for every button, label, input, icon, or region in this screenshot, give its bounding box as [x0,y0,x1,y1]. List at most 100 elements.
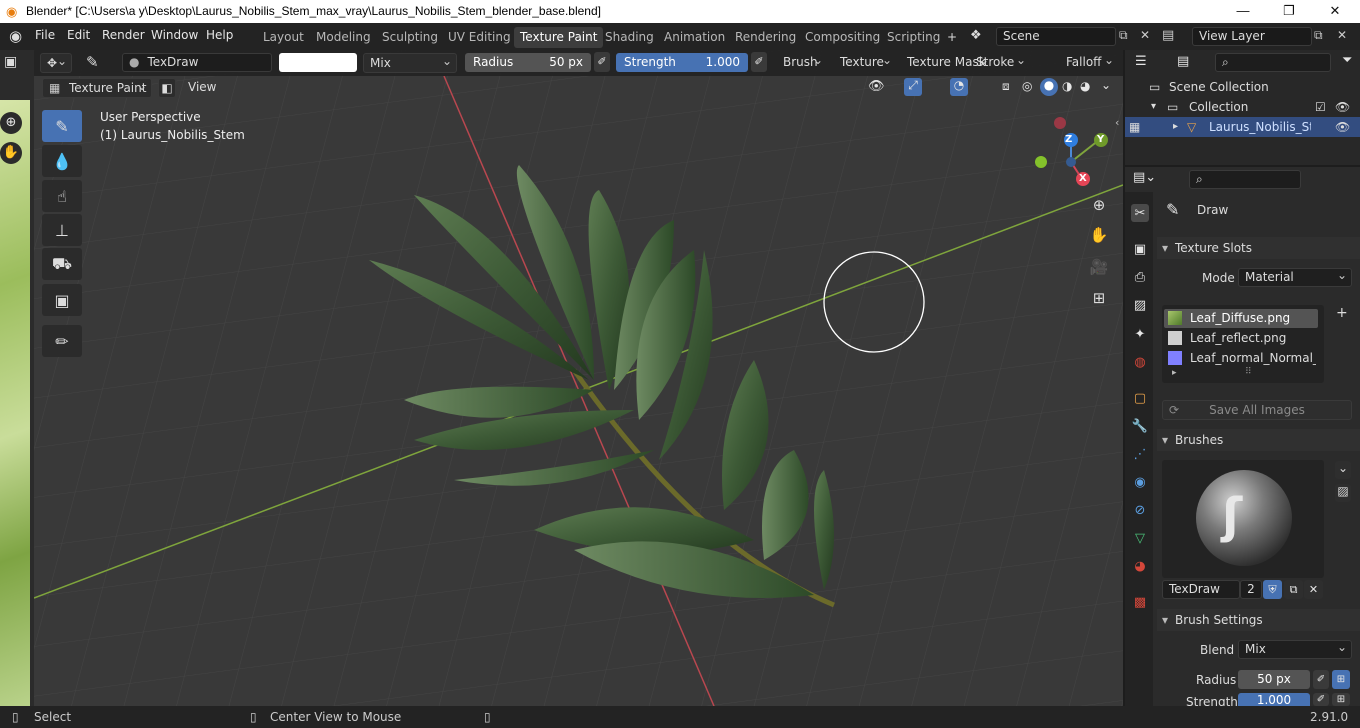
tab-shading[interactable]: Shading [599,27,660,48]
tab-layout[interactable]: Layout [257,27,310,48]
outliner-editor-icon[interactable]: ☰ [1135,54,1147,69]
view-layer-selector[interactable]: View Layer [1192,27,1312,46]
menu-edit[interactable]: Edit [67,28,90,42]
gizmo-z-label[interactable]: Z [1065,134,1072,145]
falloff-menu[interactable]: Falloff [1060,51,1118,73]
blender-menu-icon[interactable]: ◉ [9,27,22,45]
radius-slider[interactable]: Radius 50 px [465,53,591,72]
tool-icon-dropdown[interactable]: ✥ [40,52,72,73]
new-scene-icon[interactable]: ⧉ [1119,28,1128,43]
mode-dropdown[interactable]: Material [1238,267,1352,287]
tab-rendering[interactable]: Rendering [729,27,802,48]
tab-output[interactable]: ⎙ [1131,268,1149,286]
solid-shading-icon[interactable]: ● [1040,78,1058,96]
radius-unit-icon[interactable]: ⊞ [1332,670,1350,689]
brush-image-icon[interactable]: ▨ [1335,484,1351,502]
chevron-down-icon[interactable]: ▾ [1151,97,1156,117]
tab-tool[interactable]: ✂ [1131,204,1149,222]
smear-tool[interactable]: ☝ [42,180,82,212]
texture-slot-item[interactable]: Leaf_normal_Normal_B... [1164,349,1318,368]
eye-icon[interactable]: 👁 [1335,117,1350,137]
brush-name-field[interactable]: TexDraw [1162,580,1240,599]
brush-preview-box[interactable]: ʃ [1162,460,1324,578]
texture-menu[interactable]: Texture [834,51,896,73]
brush-tool-icon[interactable]: ✎ [86,53,99,71]
menu-window[interactable]: Window [151,28,198,42]
material-shading-icon[interactable]: ◑ [1062,79,1072,93]
gizmo-x-label[interactable]: X [1079,173,1087,184]
scene-collection-row[interactable]: ▭ Scene Collection [1125,77,1360,97]
strength-field[interactable]: 1.000 [1238,693,1310,707]
menu-file[interactable]: File [35,28,55,42]
annotate-tool[interactable]: ✏ [42,325,82,357]
visibility-icon[interactable]: 👁 [868,79,885,94]
add-workspace-button[interactable]: + [941,27,963,48]
filter-icon[interactable]: ⏷ [1342,53,1352,68]
camera-view-button[interactable]: 🎥 [1086,254,1112,280]
new-view-layer-icon[interactable]: ⧉ [1314,28,1323,43]
tab-compositing[interactable]: Compositing [799,27,886,48]
shading-options-icon[interactable]: ⌄ [1101,78,1111,92]
tab-material[interactable]: ◕ [1131,557,1149,575]
tab-particles[interactable]: ⋰ [1131,445,1149,463]
mask-tool[interactable]: ▣ [42,284,82,316]
tab-modeling[interactable]: Modeling [310,27,377,48]
radius-field[interactable]: 50 px [1238,670,1310,689]
properties-editor-icon[interactable]: ▤⌄ [1133,170,1163,188]
zoom-icon[interactable]: ⊕ [0,112,22,134]
object-row[interactable]: ▦ ▸ ▽ Laurus_Nobilis_Stem 👁 [1125,117,1360,137]
remove-view-layer-icon[interactable]: ✕ [1337,28,1347,42]
display-mode-icon[interactable]: ▤ [1177,54,1189,69]
sidebar-toggle-icon[interactable]: ‹ [1115,116,1119,129]
paint-mask-toggle[interactable]: ◧ [158,78,176,98]
resize-grip-icon[interactable]: ⠿ [1245,367,1252,377]
strength-pressure-icon[interactable]: ✐ [751,52,767,72]
tab-constraints[interactable]: ⊘ [1131,501,1149,519]
outliner-search-input[interactable]: ⌕ [1215,53,1331,72]
tab-scene[interactable]: ✦ [1131,325,1149,343]
tab-texture-paint[interactable]: Texture Paint [514,27,604,48]
scene-icon[interactable]: ❖ [970,28,982,43]
tab-world[interactable]: ◍ [1131,353,1149,371]
gizmo-toggle-icon[interactable]: ⤢ [904,78,922,96]
remove-scene-icon[interactable]: ✕ [1140,28,1150,42]
chevron-right-icon[interactable]: ▸ [1173,117,1178,137]
mode-dropdown[interactable]: ▦ Texture Paint [42,77,152,98]
close-button[interactable]: ✕ [1312,0,1358,23]
tab-sculpting[interactable]: Sculpting [376,27,444,48]
tab-physics[interactable]: ◉ [1131,473,1149,491]
wireframe-shading-icon[interactable]: ◎ [1022,79,1032,93]
soften-tool[interactable]: 💧 [42,145,82,177]
gizmo-y-label[interactable]: Y [1097,134,1104,145]
checkbox-icon[interactable]: ☑ [1315,97,1326,117]
tab-view-layer[interactable]: ▨ [1131,296,1149,314]
tab-scripting[interactable]: Scripting [881,27,946,48]
texture-slot-item[interactable]: Leaf_Diffuse.png [1164,309,1318,328]
radius-pressure-icon[interactable]: ✐ [1313,670,1329,689]
properties-search-input[interactable]: ⌕ [1189,170,1301,189]
menu-render[interactable]: Render [102,28,145,42]
zoom-view-button[interactable]: ⊕ [1086,192,1112,218]
tab-uv-editing[interactable]: UV Editing [442,27,517,48]
minimize-button[interactable]: — [1220,0,1266,23]
fake-user-shield-icon[interactable]: ⛨ [1263,580,1282,599]
view-menu[interactable]: View [188,80,216,94]
tab-animation[interactable]: Animation [658,27,731,48]
strength-slider[interactable]: Strength 1.000 [616,53,748,72]
brush-users-count[interactable]: 2 [1240,580,1262,599]
pan-view-button[interactable]: ✋ [1086,222,1112,248]
duplicate-brush-icon[interactable]: ⧉ [1284,580,1303,599]
pan-hand-icon[interactable]: ✋ [0,142,22,164]
list-expand-icon[interactable]: ▸ [1172,368,1177,378]
tab-texture[interactable]: ▩ [1131,593,1149,611]
menu-help[interactable]: Help [206,28,233,42]
collection-row[interactable]: ▾ ▭ Collection ☑ 👁 [1125,97,1360,117]
brush-color-swatch[interactable] [279,53,357,72]
unlink-brush-icon[interactable]: ✕ [1304,580,1323,599]
draw-tool[interactable]: ✎ [42,110,82,142]
overlay-toggle-icon[interactable]: ◔ [950,78,968,96]
brush-name-field[interactable]: ● TexDraw [122,53,272,72]
tab-object[interactable]: ▢ [1131,389,1149,407]
3d-viewport[interactable]: Z Y X User Perspective (1) Laurus_Nobili… [34,50,1123,706]
editor-type-icon[interactable]: ▣ [4,54,17,70]
